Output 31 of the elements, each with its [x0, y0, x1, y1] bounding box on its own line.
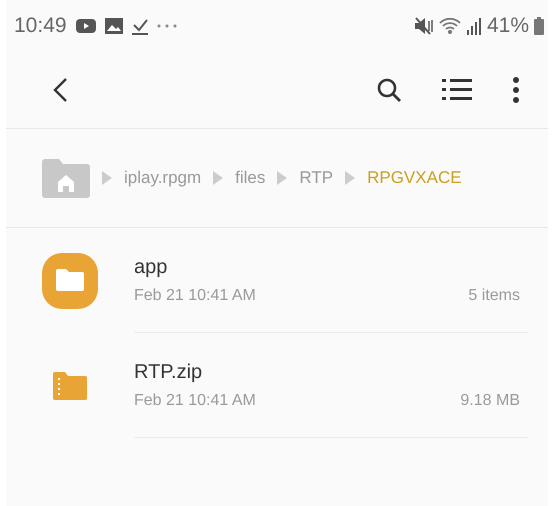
- breadcrumb-item[interactable]: RPGVXACE: [367, 168, 462, 188]
- list-icon: [442, 77, 472, 103]
- signal-icon: [466, 17, 482, 35]
- zip-file-icon: [53, 372, 87, 400]
- separator-arrow-icon: [213, 171, 224, 185]
- download-icon: [132, 17, 148, 35]
- truncation-arrow-icon: [102, 171, 112, 185]
- file-list-item[interactable]: RTP.zip Feb 21 10:41 AM 9.18 MB: [6, 333, 548, 438]
- file-size: 5 items: [468, 286, 520, 304]
- file-list-item[interactable]: app Feb 21 10:41 AM 5 items: [6, 228, 548, 333]
- more-options-icon: [512, 77, 520, 103]
- mute-icon: [414, 17, 434, 35]
- file-name: RTP.zip: [134, 360, 204, 384]
- separator-arrow-icon: [277, 171, 288, 185]
- file-size: 9.18 MB: [460, 392, 520, 410]
- more-notifications-icon: [156, 24, 177, 28]
- file-name: app: [134, 256, 168, 278]
- folder-icon: [42, 252, 98, 308]
- breadcrumb-item[interactable]: iplay.rpgm: [124, 168, 202, 188]
- clock-time: 10:49: [14, 14, 67, 38]
- breadcrumb-item[interactable]: files: [235, 168, 266, 188]
- modified-date: Feb 21 10:41 AM: [134, 392, 256, 410]
- breadcrumb-item[interactable]: RTP: [299, 168, 334, 188]
- separator-arrow-icon: [345, 171, 356, 185]
- battery-percentage: 41%: [486, 14, 529, 38]
- image-icon: [104, 18, 123, 34]
- search-icon: [376, 77, 402, 103]
- video-icon: [76, 19, 96, 33]
- battery-icon: [534, 17, 544, 35]
- wifi-icon: [438, 17, 461, 35]
- modified-date: Feb 21 10:41 AM: [134, 286, 256, 304]
